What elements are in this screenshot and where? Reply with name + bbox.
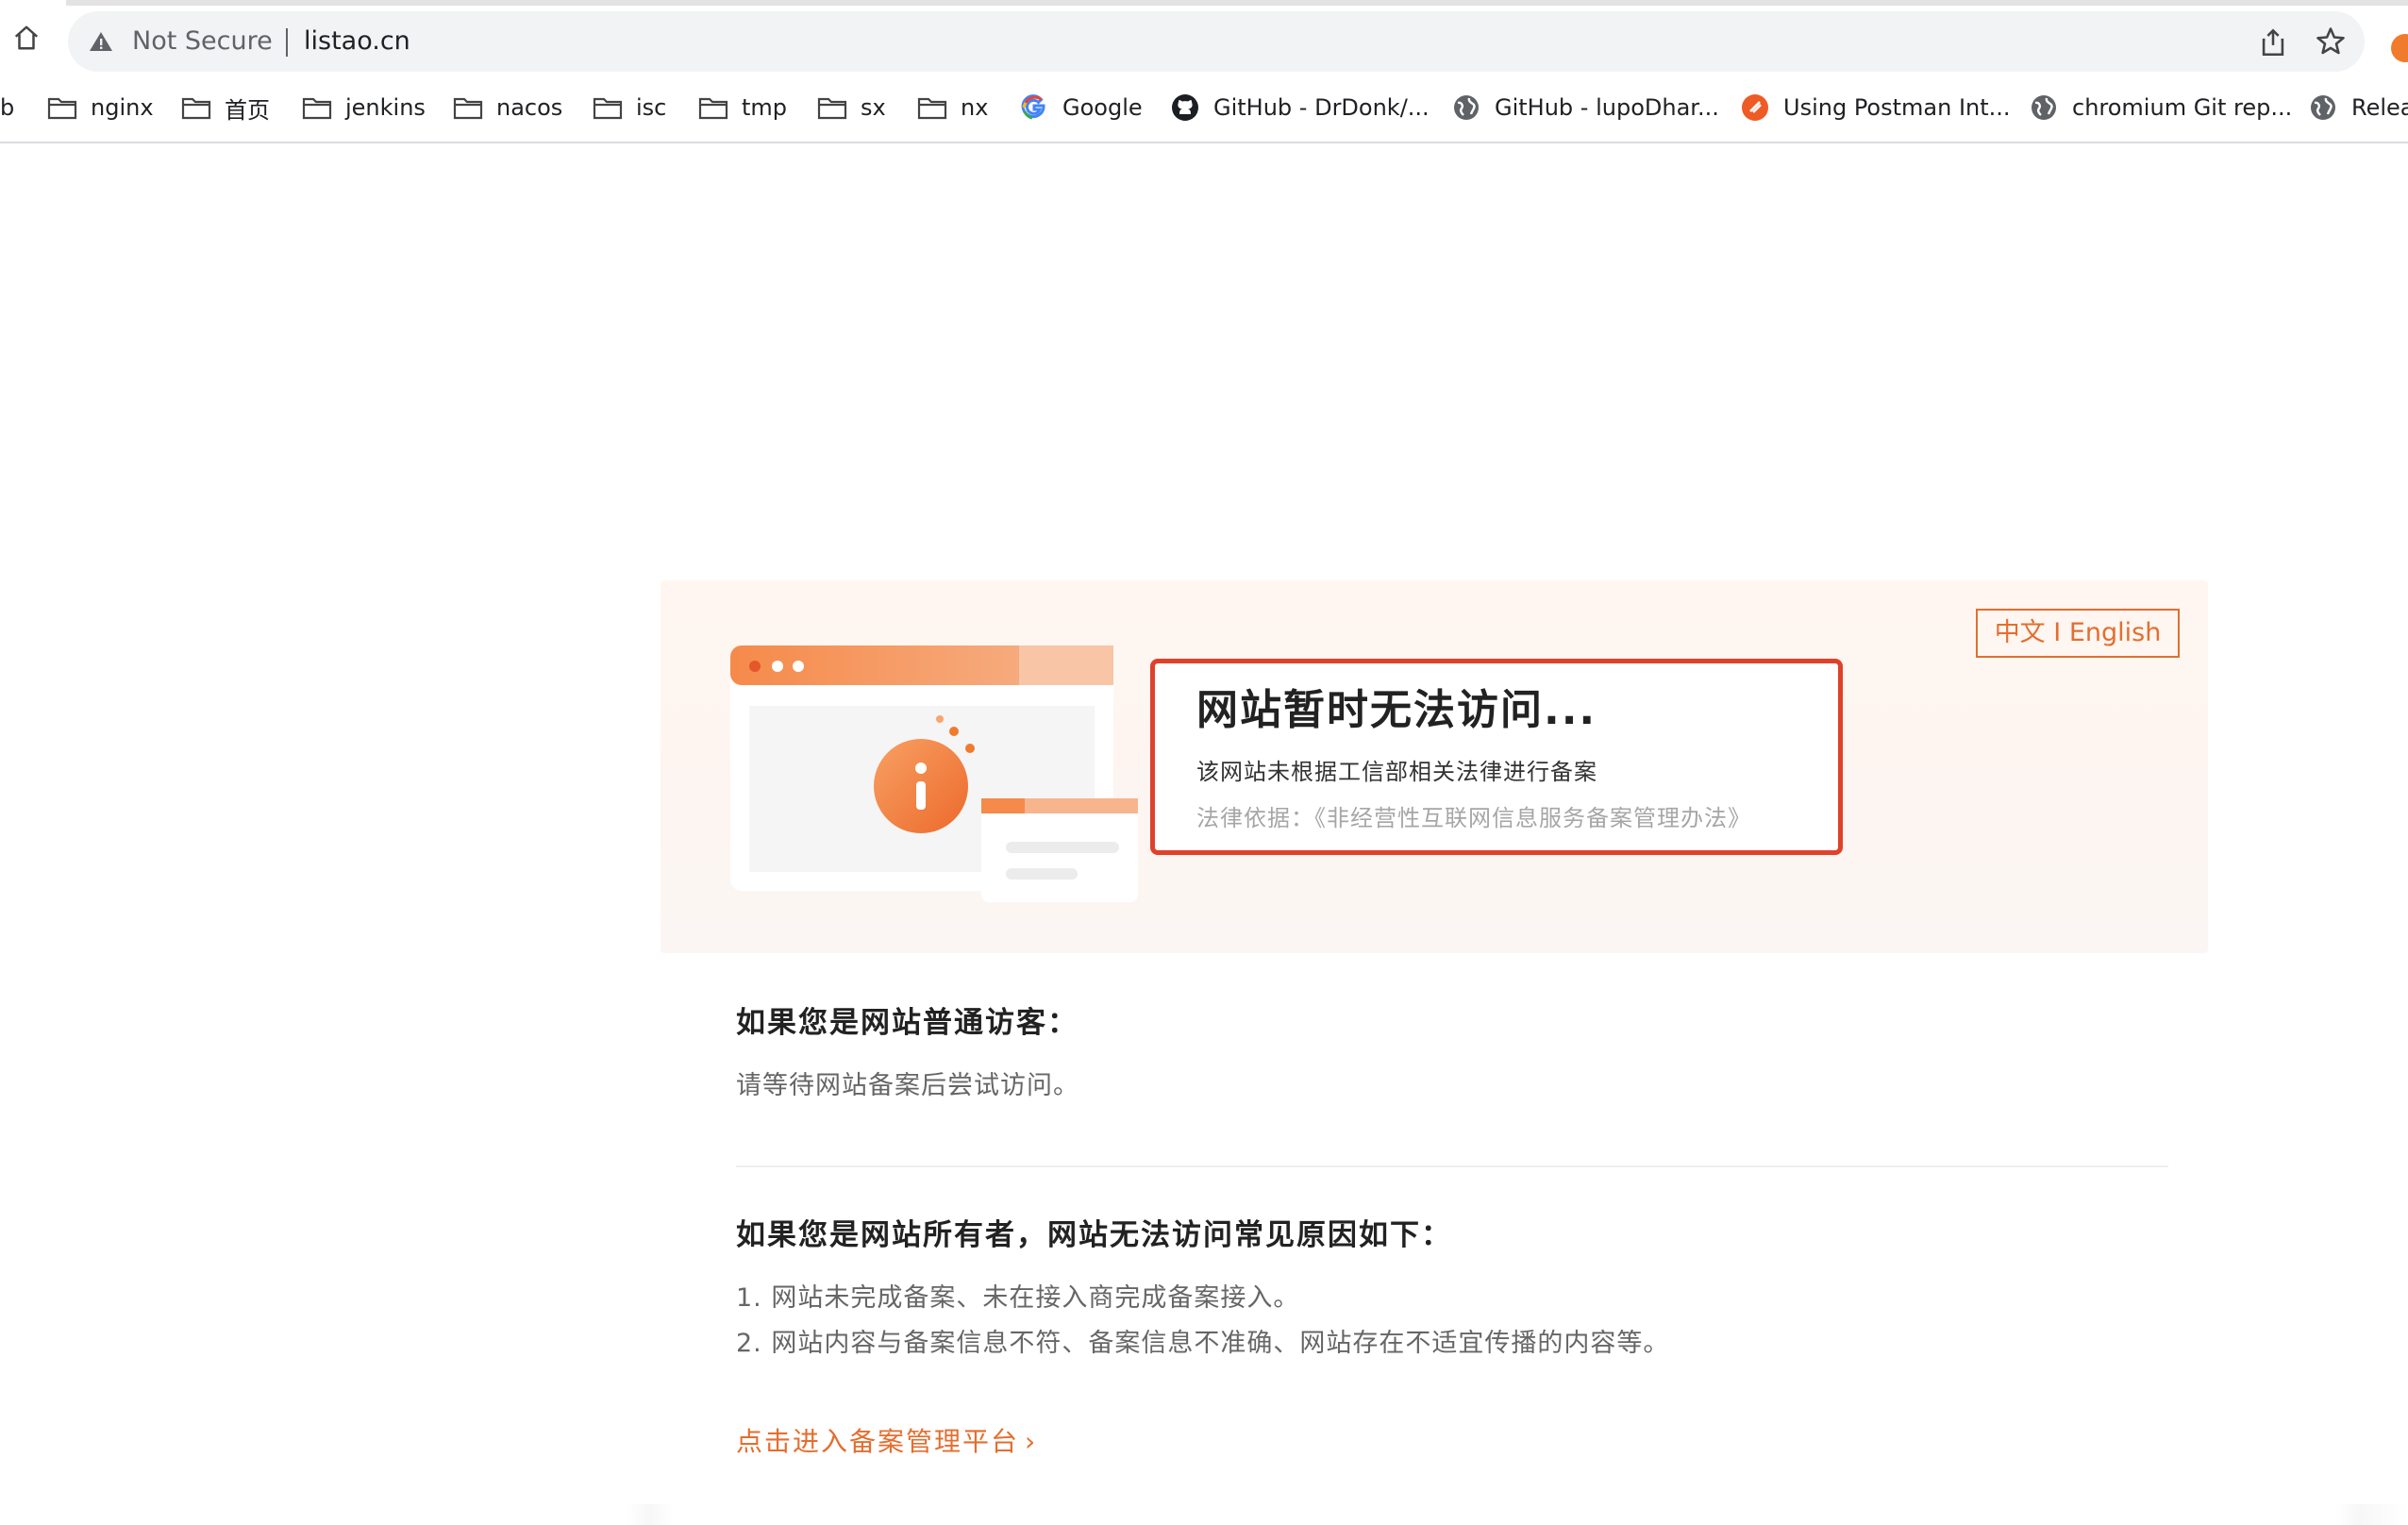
browser-info-illustration	[730, 645, 1138, 902]
bookmark-label: Using Postman Int...	[1783, 94, 2011, 121]
bookmark-star-icon[interactable]	[2314, 25, 2348, 59]
home-button[interactable]	[9, 21, 43, 55]
bookmark-folder-nginx[interactable]: nginx	[47, 81, 154, 134]
folder-icon	[181, 95, 211, 120]
notice-subtitle: 该网站未根据工信部相关法律进行备案	[1196, 759, 1597, 785]
folder-icon	[302, 95, 332, 120]
bookmark-label: Google	[1062, 94, 1143, 121]
bookmark-postman[interactable]: Using Postman Int...	[1740, 81, 2011, 134]
bookmark-release[interactable]: Relea	[2308, 81, 2408, 134]
bookmark-label: GitHub - DrDonk/...	[1213, 94, 1430, 121]
folder-icon	[817, 95, 847, 120]
github-icon	[1170, 94, 1200, 121]
folder-icon	[47, 95, 77, 120]
bookmark-folder-nx[interactable]: nx	[917, 81, 988, 134]
postman-icon	[1740, 94, 1770, 121]
bookmark-github-drdonk[interactable]: GitHub - DrDonk/...	[1170, 81, 1430, 134]
bookmark-google[interactable]: Google	[1019, 81, 1143, 134]
filing-platform-link-label: 点击进入备案管理平台	[736, 1426, 1020, 1457]
bookmark-label: chromium Git rep...	[2072, 94, 2293, 121]
globe-icon	[2308, 95, 2338, 120]
bookmark-label: nx	[961, 94, 989, 121]
bookmark-chromium-git[interactable]: chromium Git rep...	[2029, 81, 2292, 134]
bookmarks-divider	[0, 142, 2408, 143]
bookmark-label: nacos	[496, 94, 563, 121]
bookmark-folder-nacos[interactable]: nacos	[453, 81, 562, 134]
bookmark-label: jenkins	[345, 94, 426, 121]
bookmark-label: isc	[636, 94, 667, 121]
visitor-section-title: 如果您是网站普通访客：	[736, 1006, 1079, 1040]
owner-section-title: 如果您是网站所有者，网站无法访问常见原因如下：	[736, 1218, 1452, 1252]
bookmark-label: nginx	[91, 94, 154, 121]
bookmark-folder-jenkins[interactable]: jenkins	[302, 81, 426, 134]
notice-law: 法律依据：《非经营性互联网信息服务备案管理办法》	[1196, 805, 1751, 831]
filing-platform-link[interactable]: 点击进入备案管理平台 ›	[736, 1423, 1037, 1461]
bookmark-folder-sx[interactable]: sx	[817, 81, 886, 134]
google-icon	[1019, 94, 1049, 120]
bookmark-label: GitHub - lupoDhar...	[1495, 94, 1719, 121]
language-switch[interactable]: 中文 I English	[1976, 609, 2180, 658]
globe-icon	[2029, 95, 2059, 120]
bookmark-folder-tmp[interactable]: tmp	[698, 81, 787, 134]
folder-icon	[593, 95, 623, 120]
bookmark-folder-isc[interactable]: isc	[593, 81, 666, 134]
bookmark-label: 首页	[225, 96, 270, 124]
bookmark-item[interactable]: b	[0, 81, 14, 134]
bookmark-folder-home[interactable]: 首页	[181, 81, 270, 134]
folder-icon	[917, 95, 947, 120]
bookmark-label: tmp	[742, 94, 788, 121]
security-status[interactable]: Not Secure	[132, 23, 273, 60]
warning-icon	[90, 32, 112, 51]
page-bottom-edge	[0, 1504, 2408, 1525]
extension-icon[interactable]	[2391, 34, 2408, 62]
address-bar[interactable]: Not Secure listao.cn	[68, 11, 2365, 72]
share-icon[interactable]	[2257, 26, 2289, 59]
bookmarks-bar: b nginx 首页 jenkins nacos isc tmp sx nx G…	[0, 81, 2408, 134]
owner-reason-item: 2. 网站内容与备案信息不符、备案信息不准确、网站存在不适宜传播的内容等。	[736, 1329, 1670, 1358]
section-divider	[736, 1165, 2168, 1167]
browser-toolbar: Not Secure listao.cn	[0, 6, 2408, 72]
chevron-right-icon: ›	[1025, 1426, 1038, 1457]
url-text[interactable]: listao.cn	[304, 23, 410, 60]
bookmark-github-lupodhar[interactable]: GitHub - lupoDhar...	[1451, 81, 1719, 134]
notice-box: 网站暂时无法访问... 该网站未根据工信部相关法律进行备案 法律依据：《非经营性…	[1150, 659, 1843, 855]
folder-icon	[453, 95, 483, 120]
globe-icon	[1451, 95, 1481, 120]
bookmark-label: Relea	[2351, 94, 2408, 121]
visitor-section-text: 请等待网站备案后尝试访问。	[736, 1071, 1079, 1100]
notice-title: 网站暂时无法访问...	[1196, 686, 1597, 734]
address-separator	[286, 28, 288, 57]
folder-icon	[698, 95, 728, 120]
bookmark-label: sx	[861, 94, 886, 121]
bookmark-label: b	[0, 94, 15, 121]
home-icon	[14, 25, 39, 50]
owner-reason-item: 1. 网站未完成备案、未在接入商完成备案接入。	[736, 1283, 1300, 1313]
